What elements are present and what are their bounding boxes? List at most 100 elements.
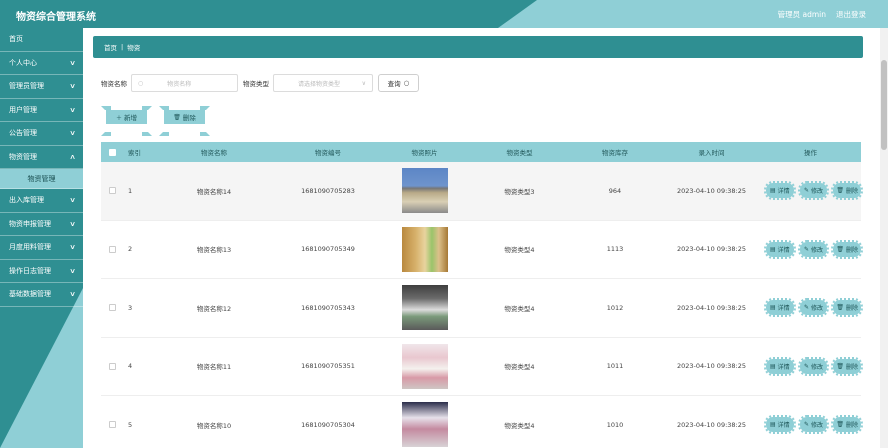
- cell-type: 物资类型4: [504, 304, 535, 313]
- header-ops: 操作: [804, 149, 817, 157]
- breadcrumb-home[interactable]: 首页: [104, 42, 117, 52]
- table-row: 5 物资名称10 1681090705304 物资类型4 1010 2023-0…: [101, 396, 863, 448]
- detail-button[interactable]: ▤ 详情: [764, 298, 796, 318]
- search-icon: ○: [403, 79, 410, 87]
- chevron-down-icon: ∨: [69, 243, 76, 252]
- cell-code: 1681090705343: [301, 303, 355, 312]
- cell-stock: 1113: [606, 245, 624, 254]
- chevron-down-icon: ∨: [69, 105, 76, 114]
- trash-icon: 🗑: [173, 113, 181, 121]
- material-photo[interactable]: [401, 402, 448, 448]
- breadcrumb: 首页 | 物资: [93, 36, 863, 58]
- cell-time: 2023-04-10 09:38:25: [676, 303, 747, 312]
- cell-code: 1681090705349: [301, 245, 355, 254]
- add-button[interactable]: ＋新增: [101, 106, 152, 136]
- sidebar-item-declare[interactable]: 物资申报管理 ∨: [0, 213, 83, 236]
- chevron-down-icon: ∨: [69, 219, 76, 228]
- header-index: 索引: [128, 149, 141, 157]
- sidebar-subitem-materials[interactable]: 物资管理: [0, 169, 83, 189]
- cell-time: 2023-04-10 09:38:25: [676, 245, 747, 254]
- material-photo[interactable]: [401, 285, 448, 331]
- delete-button[interactable]: 🗑 删除: [831, 298, 863, 318]
- pencil-icon: ✎: [803, 362, 809, 370]
- detail-button[interactable]: ▤ 详情: [764, 356, 796, 376]
- batch-delete-button[interactable]: 🗑 删除: [159, 106, 210, 136]
- sidebar-item-profile[interactable]: 个人中心 ∨: [0, 52, 83, 75]
- delete-button[interactable]: 🗑 删除: [831, 239, 863, 259]
- row-checkbox[interactable]: [109, 421, 116, 429]
- delete-button[interactable]: 🗑 删除: [831, 181, 863, 201]
- delete-button[interactable]: 🗑 删除: [831, 356, 863, 376]
- logout-link[interactable]: 退出登录: [836, 9, 866, 20]
- document-icon: ▤: [769, 187, 776, 195]
- material-photo[interactable]: [401, 343, 448, 389]
- edit-button[interactable]: ✎ 修改: [797, 181, 829, 201]
- table-row: 1 物资名称14 1681090705283 物资类型3 964 2023-04…: [101, 162, 863, 221]
- select-all-checkbox[interactable]: [109, 148, 116, 156]
- cell-type: 物资类型4: [504, 246, 535, 255]
- row-checkbox[interactable]: [109, 187, 116, 195]
- cell-index: 2: [128, 245, 133, 254]
- detail-button[interactable]: ▤ 详情: [764, 415, 796, 435]
- delete-button[interactable]: 🗑 删除: [831, 415, 863, 435]
- trash-icon: 🗑: [836, 421, 844, 429]
- sidebar-item-materials[interactable]: 物资管理 ∧: [0, 146, 83, 169]
- document-icon: ▤: [769, 421, 776, 429]
- pencil-icon: ✎: [803, 187, 809, 195]
- action-toolbar: ＋新增 🗑 删除: [101, 106, 222, 136]
- sidebar-item-monthly[interactable]: 月度用料管理 ∨: [0, 236, 83, 260]
- material-photo[interactable]: [401, 226, 448, 272]
- edit-button[interactable]: ✎ 修改: [797, 298, 829, 318]
- trash-icon: 🗑: [836, 362, 844, 370]
- plus-icon: ＋: [115, 114, 122, 122]
- trash-icon: 🗑: [836, 245, 844, 253]
- row-checkbox[interactable]: [109, 304, 116, 312]
- app-title: 物资综合管理系统: [16, 12, 96, 23]
- cell-stock: 1011: [606, 362, 624, 371]
- breadcrumb-current: 物资: [127, 44, 141, 52]
- materials-table: 索引 物资名称 物资编号 物资照片 物资类型 物资库存 录入时间 操作 1 物资…: [101, 142, 863, 448]
- breadcrumb-separator: |: [121, 43, 124, 51]
- edit-button[interactable]: ✎ 修改: [797, 415, 829, 435]
- cell-index: 4: [128, 362, 133, 371]
- name-search-input[interactable]: ○ 物资名称: [131, 74, 238, 92]
- sidebar-item-users[interactable]: 用户管理 ∨: [0, 99, 83, 122]
- sidebar-decoration: [0, 288, 83, 448]
- header-stock: 物资库存: [602, 149, 628, 157]
- cell-time: 2023-04-10 09:38:25: [676, 362, 747, 371]
- cell-type: 物资类型4: [504, 421, 535, 430]
- sidebar-item-basedata[interactable]: 基础数据管理 ∨: [0, 283, 83, 307]
- sidebar-item-admins[interactable]: 管理员管理 ∨: [0, 75, 83, 99]
- cell-name: 物资名称12: [196, 304, 232, 313]
- type-select[interactable]: 请选择物资类型 ∨: [273, 74, 373, 92]
- detail-button[interactable]: ▤ 详情: [764, 239, 796, 259]
- table-row: 2 物资名称13 1681090705349 物资类型4 1113 2023-0…: [101, 221, 863, 279]
- cell-code: 1681090705304: [301, 420, 355, 429]
- document-icon: ▤: [769, 304, 776, 312]
- material-photo[interactable]: [401, 168, 448, 214]
- row-checkbox[interactable]: [109, 245, 116, 253]
- header-code: 物资编号: [315, 149, 341, 157]
- scrollbar-thumb[interactable]: [881, 60, 887, 150]
- header-name: 物资名称: [201, 149, 227, 157]
- trash-icon: 🗑: [836, 187, 844, 195]
- sidebar-item-home[interactable]: 首页: [0, 28, 83, 52]
- query-button[interactable]: 查询 ○: [378, 74, 419, 92]
- chevron-down-icon: ∨: [69, 196, 76, 205]
- header-type: 物资类型: [506, 149, 533, 157]
- sidebar-item-inout[interactable]: 出入库管理 ∨: [0, 189, 83, 213]
- sidebar-item-logs[interactable]: 操作日志管理 ∨: [0, 260, 83, 283]
- detail-button[interactable]: ▤ 详情: [764, 181, 796, 201]
- admin-label: 管理员 admin: [777, 10, 826, 19]
- vertical-scrollbar[interactable]: [880, 28, 888, 448]
- edit-button[interactable]: ✎ 修改: [797, 239, 829, 259]
- cell-code: 1681090705283: [301, 186, 355, 195]
- chevron-down-icon: ∨: [69, 290, 76, 299]
- row-checkbox[interactable]: [109, 362, 116, 370]
- cell-index: 5: [128, 420, 133, 429]
- sidebar-item-notices[interactable]: 公告管理 ∨: [0, 122, 83, 146]
- pencil-icon: ✎: [803, 245, 809, 253]
- cell-stock: 1012: [606, 303, 624, 312]
- main-content: 首页 | 物资 物资名称 ○ 物资名称 物资类型 请选择物资类型 ∨ 查询 ○ …: [83, 28, 880, 448]
- edit-button[interactable]: ✎ 修改: [797, 356, 829, 376]
